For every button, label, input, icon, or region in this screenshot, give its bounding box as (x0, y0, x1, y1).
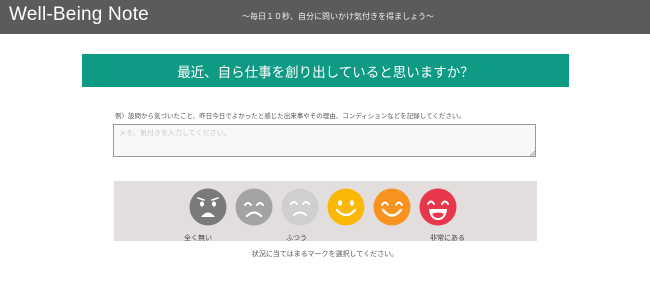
scale-label-low: 全く無い (184, 234, 212, 242)
rating-option-6[interactable] (419, 188, 457, 226)
slightly-sad-face-icon (281, 188, 319, 226)
sad-face-icon (235, 188, 273, 226)
scale-label-high: 非常にある (430, 234, 465, 242)
rating-option-3[interactable] (281, 188, 319, 226)
resize-grip-icon[interactable] (529, 150, 535, 156)
memo-input[interactable] (113, 124, 536, 157)
rating-instruction: 状況に当てはまるマークを選択してください。 (251, 250, 399, 258)
rating-option-5[interactable] (373, 188, 411, 226)
rating-option-2[interactable] (235, 188, 273, 226)
rating-option-1[interactable] (189, 188, 227, 226)
happy-face-icon (373, 188, 411, 226)
very-sad-face-icon (189, 188, 227, 226)
rating-option-4[interactable] (327, 188, 365, 226)
rating-panel (114, 181, 537, 241)
very-happy-face-icon (419, 188, 457, 226)
scale-label-mid: ふつう (286, 234, 307, 242)
memo-prompt: 例）設問から気づいたこと、昨日今日でよかったと感じた出来事やその理由、コンディシ… (115, 112, 465, 120)
app-title[interactable]: Well-Being Note (9, 4, 149, 26)
smile-face-icon (327, 188, 365, 226)
question-banner: 最近、自ら仕事を創り出していると思いますか？ (82, 54, 569, 87)
question-text: 最近、自ら仕事を創り出していると思いますか？ (177, 64, 474, 81)
app-tagline: 〜毎日１０秒、自分に問いかけ気付きを得ましょう〜 (242, 12, 434, 21)
app-header: Well-Being Note 〜毎日１０秒、自分に問いかけ気付きを得ましょう〜 (0, 0, 650, 34)
